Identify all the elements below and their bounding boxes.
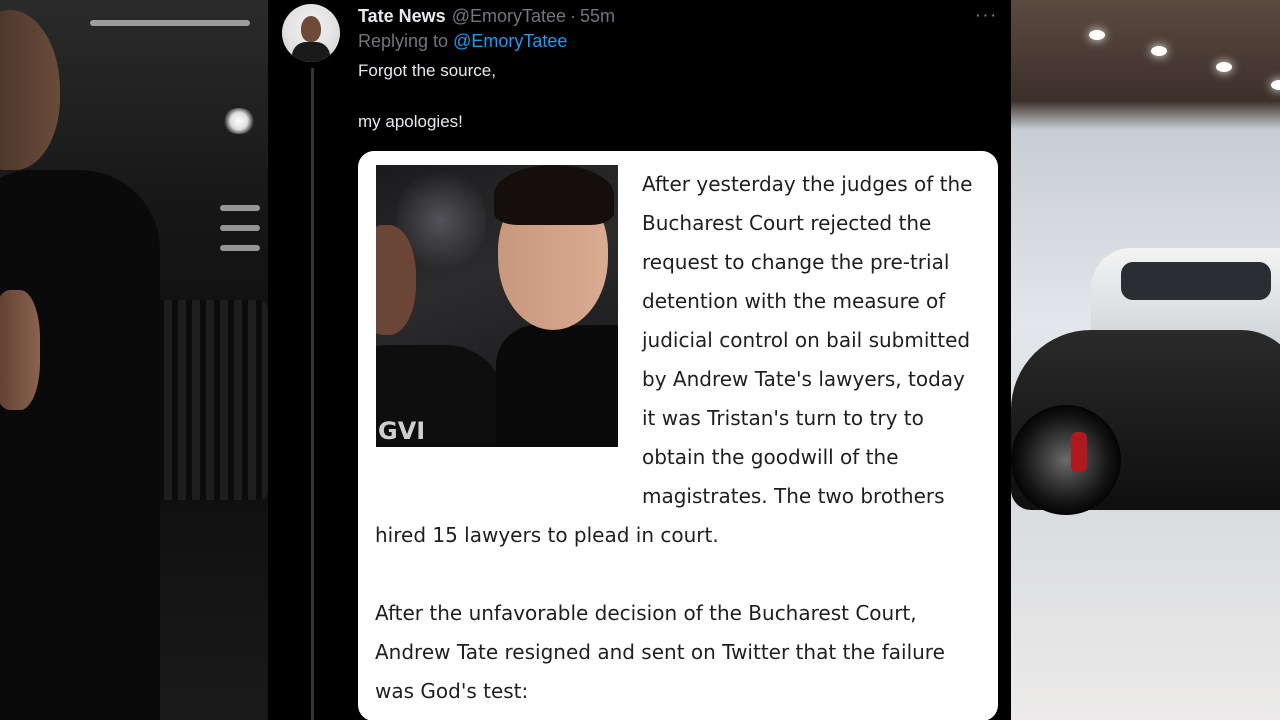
background-right-panel xyxy=(1011,0,1280,720)
article-wrapped-text: After yesterday the judges of the Buchar… xyxy=(642,165,972,516)
article-photo: GVI xyxy=(376,165,618,447)
background-car-wheel xyxy=(1011,405,1121,515)
background-left-panel xyxy=(0,0,268,720)
background-light-stripe xyxy=(220,245,260,251)
article-line: Bucharest Court rejected the xyxy=(642,211,932,235)
background-car-brake xyxy=(1071,432,1087,472)
article-line: request to change the pre-trial xyxy=(642,250,950,274)
article-line: magistrates. The two brothers xyxy=(642,484,945,508)
article-line: by Andrew Tate's lawyers, today xyxy=(642,367,965,391)
background-car-grille xyxy=(150,300,268,500)
article-line: was God's test: xyxy=(375,679,529,703)
photo-person-right-body xyxy=(496,325,618,447)
avatar-torso xyxy=(292,42,330,62)
article-line: it was Tristan's turn to try to xyxy=(642,406,924,430)
replying-to: Replying to @EmoryTatee xyxy=(358,31,567,52)
ceiling-light xyxy=(1089,30,1105,40)
ceiling-light xyxy=(1151,46,1167,56)
background-person-hand xyxy=(0,290,40,410)
article-line: Andrew Tate resigned and sent on Twitter… xyxy=(375,640,945,664)
tweet-text-line: my apologies! xyxy=(358,112,463,131)
author-name[interactable]: Tate News xyxy=(358,6,446,27)
photo-shirt-text: GVI xyxy=(378,417,426,445)
background-light-stripe xyxy=(90,20,250,26)
tweet: Tate News @EmoryTatee · 55m ··· Replying… xyxy=(268,0,1011,720)
more-options-icon[interactable]: ··· xyxy=(973,4,999,26)
background-light-stripe xyxy=(220,225,260,231)
thread-line xyxy=(311,68,314,720)
tweet-text-line: Forgot the source, xyxy=(358,61,496,80)
avatar[interactable] xyxy=(282,4,340,62)
article-line: obtain the goodwill of the xyxy=(642,445,899,469)
article-line: After yesterday the judges of the xyxy=(642,172,973,196)
ceiling-light xyxy=(1271,80,1280,90)
tweet-timestamp[interactable]: 55m xyxy=(580,6,615,27)
article-line: hired 15 lawyers to plead in court. xyxy=(375,523,719,547)
article-line: After the unfavorable decision of the Bu… xyxy=(375,601,917,625)
replying-to-label: Replying to xyxy=(358,31,449,51)
tweet-header: Tate News @EmoryTatee · 55m xyxy=(358,4,615,28)
article-full-text: hired 15 lawyers to plead in court. Afte… xyxy=(375,516,945,711)
background-person-head xyxy=(0,10,60,170)
background-person-body xyxy=(0,170,160,720)
separator-dot: · xyxy=(570,5,577,26)
avatar-face xyxy=(301,16,321,42)
article-blank-line xyxy=(375,555,945,594)
background-white-car-window xyxy=(1121,262,1271,300)
background-light xyxy=(222,108,256,134)
ceiling-light xyxy=(1216,62,1232,72)
author-handle[interactable]: @EmoryTatee xyxy=(452,6,566,27)
photo-person-right-hair xyxy=(494,165,614,225)
tweet-media-card[interactable]: GVI After yesterday the judges of the Bu… xyxy=(358,151,998,720)
article-line: judicial control on bail submitted xyxy=(642,328,971,352)
replying-to-handle-link[interactable]: @EmoryTatee xyxy=(453,31,567,51)
background-light-stripe xyxy=(220,205,260,211)
article-line: detention with the measure of xyxy=(642,289,946,313)
